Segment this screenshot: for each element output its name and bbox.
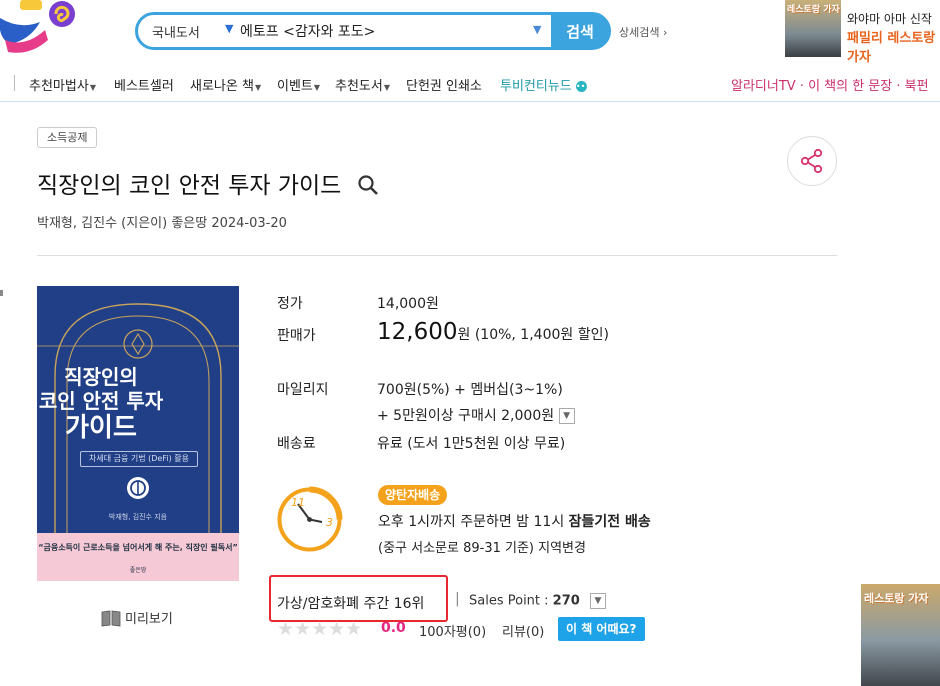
cover-quote: “금융소득이 근로소득을 넘어서게 해 주는, 직장인 필독서” bbox=[38, 543, 238, 552]
book-authors-publisher[interactable]: 박재형, 김진수 (지은이) 좋은땅 2024-03-20 bbox=[37, 212, 287, 231]
sale-discount: (10%, 1,400원 할인) bbox=[474, 327, 609, 343]
nav-item-single-print[interactable]: 단헌권 인쇄소 bbox=[406, 75, 482, 94]
sales-point-value: 270 bbox=[552, 593, 580, 609]
list-price-label: 정가 bbox=[277, 296, 303, 312]
nav-divider bbox=[14, 75, 15, 91]
mileage-line2: + 5만원이상 구매시 2,000원 ▼ bbox=[377, 405, 575, 425]
preview-label: 미리보기 bbox=[125, 612, 173, 627]
caret-down-icon: ▼ bbox=[313, 83, 321, 92]
nav-item-recommended-books[interactable]: 추천도서▼ bbox=[335, 75, 390, 94]
nav-item-events[interactable]: 이벤트▼ bbox=[277, 75, 320, 94]
cover-title: 직장인의 코인 안전 투자 가이드 bbox=[0, 365, 202, 443]
nav-item-new-books[interactable]: 새로나온 책▼ bbox=[190, 75, 261, 94]
carpet-delivery-badge: 양탄자배송 bbox=[378, 485, 448, 505]
rating-stars: ★★★★★ bbox=[277, 618, 363, 640]
book-title: 직장인의 코인 안전 투자 가이드 bbox=[37, 173, 342, 199]
nav-item-recommend-wizard[interactable]: 추천마법사▼ bbox=[29, 75, 96, 94]
sale-price-unit: 원 bbox=[457, 327, 471, 343]
short-review-link[interactable]: 100자평(0) bbox=[419, 621, 486, 640]
caret-down-icon: ▼ bbox=[254, 83, 262, 92]
section-divider bbox=[37, 255, 837, 256]
preview-button[interactable]: 미리보기 bbox=[101, 608, 173, 627]
nav-label: 새로나온 책 bbox=[190, 79, 254, 94]
cover-title-line: 직장인의 bbox=[64, 365, 138, 389]
cover-publisher: 좋은땅 bbox=[129, 567, 147, 574]
mileage-line1: 700원(5%) + 멤버십(3~1%) bbox=[377, 382, 563, 398]
caret-down-icon: ▼ bbox=[383, 83, 390, 92]
cover-title-line: 코인 안전 투자 bbox=[38, 389, 164, 413]
sales-point-toggle-icon[interactable]: ▼ bbox=[589, 593, 606, 609]
ad-banner-line1[interactable]: 와야마 아마 신작 bbox=[847, 10, 932, 27]
nav-label: 이벤트 bbox=[277, 79, 313, 94]
list-price-value: 14,000원 bbox=[377, 296, 439, 312]
nav-label: 추천마법사 bbox=[29, 79, 89, 94]
chevron-down-icon[interactable]: ▼ bbox=[225, 22, 233, 35]
detail-search-label: 상세검색 bbox=[619, 26, 660, 39]
cover-authors: 박재형, 김진수 지음 bbox=[108, 513, 168, 521]
clock-start-label: 11 bbox=[291, 496, 305, 509]
edge-marker bbox=[0, 290, 3, 296]
ad-image-text: 레스토랑 가자 bbox=[787, 5, 840, 15]
nav-right-links[interactable]: 알라디너TV · 이 책의 한 문장 · 북펀 bbox=[731, 75, 929, 94]
clock-icon: 11 3 bbox=[276, 486, 343, 553]
more-dots-icon: ••• bbox=[575, 81, 591, 92]
rating-score: 0.0 bbox=[381, 620, 406, 636]
delivery-line1: 오후 1시까지 주문하면 밤 11시 잠들기전 배송 bbox=[378, 511, 651, 531]
detail-search-link[interactable]: 상세검색 › bbox=[619, 24, 667, 40]
search-dropdown-arrow-icon[interactable]: ▼ bbox=[533, 23, 541, 36]
sales-point: Sales Point : 270 ▼ bbox=[469, 593, 606, 609]
nav-item-tobecontinued[interactable]: 투비컨티뉴드 ••• bbox=[500, 75, 591, 94]
sale-price: 12,600원 (10%, 1,400원 할인) bbox=[377, 319, 609, 345]
delivery-location[interactable]: (중구 서소문로 89-31 기준) 지역변경 bbox=[378, 537, 586, 556]
search-input[interactable] bbox=[240, 19, 540, 43]
aladin-logo[interactable] bbox=[0, 0, 80, 56]
search-icon[interactable] bbox=[357, 174, 379, 196]
cover-title-line: 가이드 bbox=[65, 413, 137, 443]
share-button[interactable] bbox=[787, 136, 837, 186]
tax-deduction-badge: 소득공제 bbox=[37, 127, 98, 148]
ad-banner-line2[interactable]: 패밀리 레스토랑 가자 bbox=[847, 27, 940, 65]
side-ad-text: 레스토랑 가자 bbox=[864, 592, 929, 605]
clock-end-label: 3 bbox=[326, 516, 333, 529]
book-open-icon bbox=[101, 610, 121, 626]
rank-separator: | bbox=[455, 591, 460, 607]
mileage-line2-text: + 5만원이상 구매시 2,000원 bbox=[377, 408, 555, 424]
sales-point-label: Sales Point : bbox=[469, 593, 553, 609]
expand-toggle-icon[interactable]: ▼ bbox=[558, 408, 575, 424]
shipping-value: 유료 (도서 1만5천원 이상 무료) bbox=[377, 436, 566, 452]
weekly-rank[interactable]: 가상/암호화폐 주간 16위 bbox=[277, 593, 424, 613]
sale-price-label: 판매가 bbox=[277, 328, 316, 344]
delivery-line1-text: 오후 1시까지 주문하면 밤 11시 bbox=[378, 514, 569, 530]
search-button[interactable]: 검색 bbox=[551, 14, 609, 48]
caret-down-icon: ▼ bbox=[89, 83, 96, 92]
how-is-this-book-button[interactable]: 이 책 어때요? bbox=[558, 617, 645, 641]
review-link[interactable]: 리뷰(0) bbox=[502, 621, 544, 640]
nav-label: 투비컨티뉴드 bbox=[500, 79, 572, 94]
search-category-select[interactable]: 국내도서 bbox=[152, 22, 200, 41]
cover-subtitle: 차세대 금융 기법 (DeFi) 활용 bbox=[80, 451, 198, 467]
delivery-highlight: 잠들기전 배송 bbox=[568, 514, 651, 530]
share-icon bbox=[800, 148, 823, 174]
shipping-label: 배송료 bbox=[277, 436, 316, 452]
mileage-label: 마일리지 bbox=[277, 382, 329, 398]
nav-label: 추천도서 bbox=[335, 79, 383, 94]
nav-item-bestseller[interactable]: 베스트셀러 bbox=[114, 75, 174, 94]
sale-price-value: 12,600 bbox=[377, 319, 458, 345]
